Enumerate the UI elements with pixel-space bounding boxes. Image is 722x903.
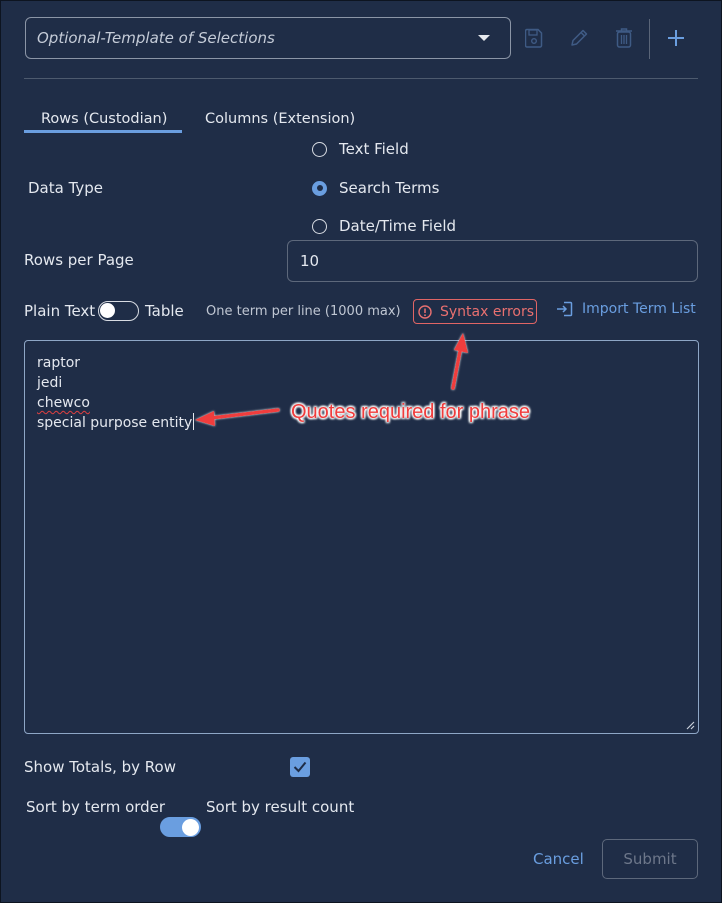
radio-search-terms[interactable]: Search Terms: [312, 179, 439, 197]
tab-columns-extension[interactable]: Columns (Extension): [205, 111, 355, 127]
terms-hint: One term per line (1000 max): [206, 304, 401, 319]
radio-button-selected[interactable]: [312, 180, 327, 196]
toggle-knob: [100, 303, 115, 318]
table-label: Table: [145, 302, 184, 320]
trash-icon: [616, 28, 632, 48]
active-tab-indicator: [24, 130, 182, 133]
text-cursor: [193, 413, 195, 430]
radio-label: Text Field: [339, 140, 409, 158]
radio-label: Date/Time Field: [339, 217, 457, 235]
header-divider: [24, 78, 698, 79]
rows-per-page-label: Rows per Page: [24, 251, 134, 269]
checkmark-icon: [293, 761, 307, 773]
pencil-icon: [571, 29, 588, 46]
template-select-placeholder: Optional-Template of Selections: [37, 29, 275, 47]
cancel-button[interactable]: Cancel: [533, 850, 584, 868]
tab-rows-custodian[interactable]: Rows (Custodian): [41, 111, 167, 127]
import-term-list-label: Import Term List: [582, 301, 696, 317]
format-toggle[interactable]: [98, 301, 139, 321]
resize-grip-icon[interactable]: [685, 720, 695, 730]
term-line: raptor: [37, 355, 81, 371]
delete-button[interactable]: [612, 25, 636, 51]
rows-per-page-input[interactable]: [287, 240, 698, 282]
sort-toggle[interactable]: [160, 817, 201, 837]
toggle-knob: [182, 818, 199, 836]
show-totals-label: Show Totals, by Row: [24, 758, 176, 776]
radio-text-field[interactable]: Text Field: [312, 140, 409, 158]
radio-button[interactable]: [312, 218, 327, 234]
sort-by-result-count-label: Sort by result count: [206, 798, 355, 816]
annotation-callout: Quotes required for phrase: [291, 401, 531, 423]
toolbar-divider: [649, 19, 650, 59]
syntax-errors-label: Syntax errors: [440, 303, 535, 320]
syntax-errors-button[interactable]: Syntax errors: [413, 299, 537, 324]
search-terms-textarea[interactable]: raptor jedi chewco special purpose entit…: [24, 340, 699, 734]
alert-circle-icon: [418, 304, 432, 319]
radio-button[interactable]: [312, 141, 327, 157]
plain-text-label: Plain Text: [24, 302, 96, 320]
sort-by-term-order-label: Sort by term order: [26, 798, 166, 816]
data-type-label: Data Type: [28, 179, 104, 197]
import-icon: [557, 301, 573, 317]
plus-icon: [668, 30, 684, 46]
chevron-down-icon[interactable]: [478, 35, 490, 41]
save-icon: [525, 28, 543, 48]
term-line: jedi: [37, 375, 63, 391]
save-button[interactable]: [522, 25, 546, 51]
add-button[interactable]: [664, 25, 688, 51]
submit-button[interactable]: Submit: [602, 839, 698, 879]
show-totals-checkbox[interactable]: [290, 757, 310, 777]
template-select[interactable]: Optional-Template of Selections: [25, 17, 511, 59]
edit-button[interactable]: [567, 25, 591, 51]
radio-label: Search Terms: [339, 179, 440, 197]
radio-date-time-field[interactable]: Date/Time Field: [312, 217, 456, 235]
import-term-list-link[interactable]: Import Term List: [556, 301, 696, 317]
